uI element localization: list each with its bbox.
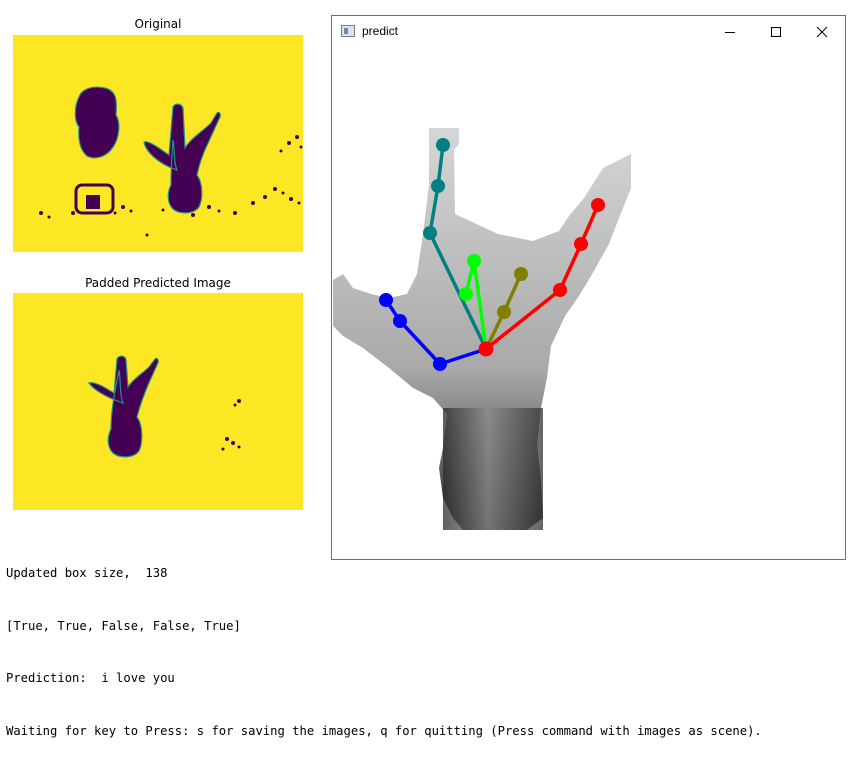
keypoint [514,267,528,281]
console-line-prediction: Prediction: i love you [6,671,175,685]
close-button[interactable] [799,16,845,47]
keypoint [553,283,567,297]
keypoint [433,357,447,371]
keypoint [459,287,473,301]
keypoint [431,179,445,193]
window-title: predict [362,24,399,38]
keypoint [423,226,437,240]
minimize-icon [725,31,735,33]
window-titlebar[interactable]: predict [332,16,845,47]
console-line-box-size: Updated box size, 138 [6,566,168,580]
original-image [13,35,303,252]
keypoint-wrist [478,341,494,357]
console-output: Updated box size, 138 [True, True, False… [6,530,762,758]
minimize-button[interactable] [707,16,753,47]
predict-window: predict [331,15,846,560]
padded-predicted-image [13,293,303,510]
keypoint [436,138,450,152]
console-line-fingers: [True, True, False, False, True] [6,618,241,633]
keypoint [497,305,511,319]
padded-title: Padded Predicted Image [85,276,231,290]
original-title: Original [134,17,182,31]
console-line-waiting: Waiting for key to Press: s for saving t… [6,723,762,738]
keypoint [467,254,481,268]
keypoint [379,293,393,307]
app-icon [341,25,355,37]
close-icon [816,26,828,37]
keypoint [393,314,407,328]
keypoint [591,198,605,212]
keypoint [574,237,588,251]
maximize-icon [771,26,781,37]
maximize-button[interactable] [753,16,799,47]
predict-canvas [333,48,844,559]
